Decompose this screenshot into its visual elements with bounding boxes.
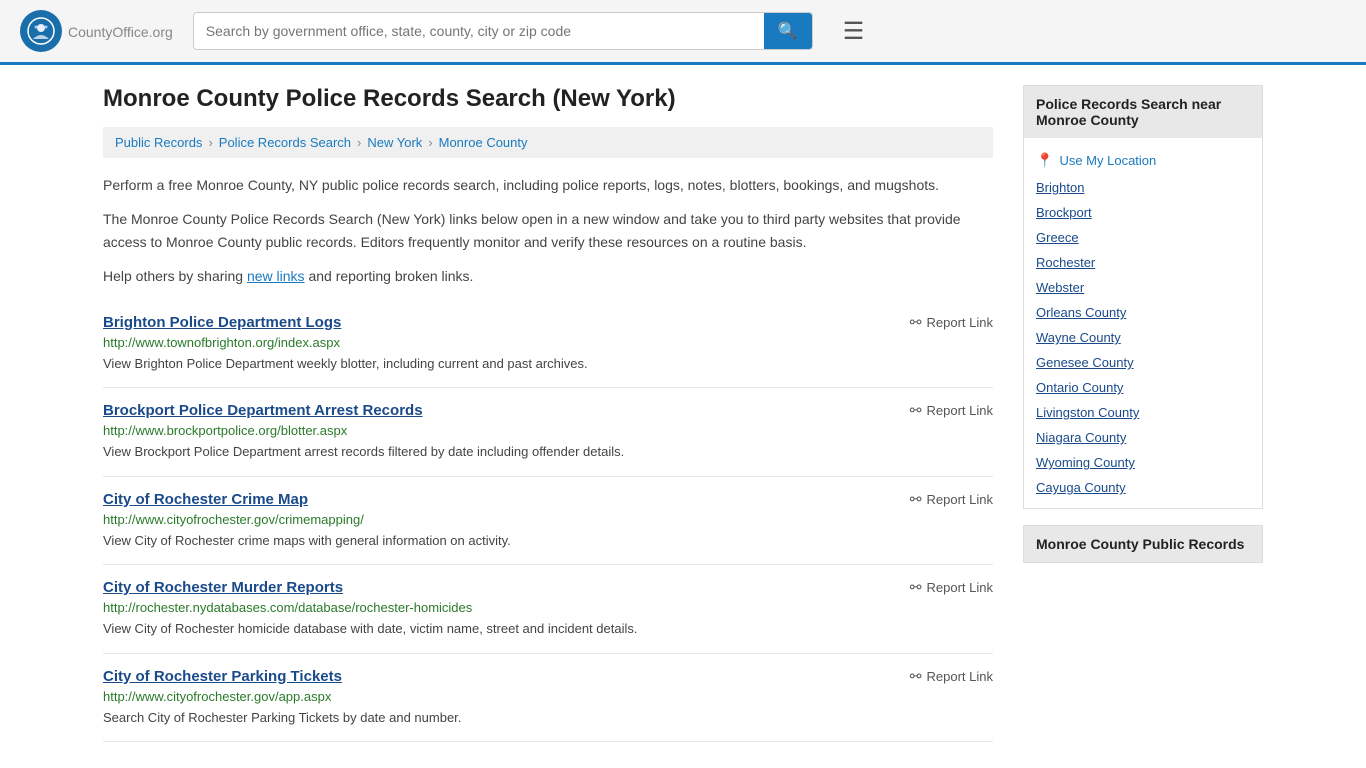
breadcrumb-police-records-search[interactable]: Police Records Search bbox=[219, 135, 351, 150]
sidebar-nearby-content: 📍 Use My Location BrightonBrockportGreec… bbox=[1024, 138, 1262, 508]
result-title[interactable]: City of Rochester Crime Map bbox=[103, 491, 308, 508]
breadcrumb-monroe-county[interactable]: Monroe County bbox=[439, 135, 528, 150]
description-1: Perform a free Monroe County, NY public … bbox=[103, 174, 993, 196]
result-title[interactable]: City of Rochester Parking Tickets bbox=[103, 668, 342, 685]
result-item: Brockport Police Department Arrest Recor… bbox=[103, 388, 993, 477]
description-3: Help others by sharing new links and rep… bbox=[103, 265, 993, 287]
result-url[interactable]: http://www.townofbrighton.org/index.aspx bbox=[103, 335, 993, 350]
report-link-btn[interactable]: ⚯ Report Link bbox=[910, 491, 993, 508]
pin-icon: 📍 bbox=[1036, 152, 1053, 169]
report-link-btn[interactable]: ⚯ Report Link bbox=[910, 668, 993, 685]
report-link-label: Report Link bbox=[927, 492, 993, 507]
sidebar-nearby-link[interactable]: Brockport bbox=[1036, 200, 1250, 225]
result-url[interactable]: http://www.brockportpolice.org/blotter.a… bbox=[103, 423, 993, 438]
report-icon: ⚯ bbox=[910, 491, 922, 508]
sidebar-nearby-links: BrightonBrockportGreeceRochesterWebsterO… bbox=[1036, 175, 1250, 500]
search-button[interactable]: 🔍 bbox=[764, 13, 812, 49]
page-title: Monroe County Police Records Search (New… bbox=[103, 85, 993, 113]
sidebar-nearby-link[interactable]: Genesee County bbox=[1036, 350, 1250, 375]
description-3-pre: Help others by sharing bbox=[103, 268, 247, 284]
result-item: City of Rochester Parking Tickets ⚯ Repo… bbox=[103, 654, 993, 743]
sidebar-nearby-link[interactable]: Livingston County bbox=[1036, 400, 1250, 425]
description-3-post: and reporting broken links. bbox=[305, 268, 474, 284]
report-icon: ⚯ bbox=[910, 579, 922, 596]
sidebar-public-records-box: Monroe County Public Records bbox=[1023, 525, 1263, 563]
result-url[interactable]: http://rochester.nydatabases.com/databas… bbox=[103, 600, 993, 615]
breadcrumb-new-york[interactable]: New York bbox=[367, 135, 422, 150]
result-title[interactable]: Brighton Police Department Logs bbox=[103, 314, 341, 331]
result-title[interactable]: Brockport Police Department Arrest Recor… bbox=[103, 402, 423, 419]
sidebar-public-records-title: Monroe County Public Records bbox=[1024, 526, 1262, 562]
sidebar-nearby-link[interactable]: Wayne County bbox=[1036, 325, 1250, 350]
result-title[interactable]: City of Rochester Murder Reports bbox=[103, 579, 343, 596]
breadcrumb: Public Records › Police Records Search ›… bbox=[103, 127, 993, 158]
breadcrumb-public-records[interactable]: Public Records bbox=[115, 135, 202, 150]
main-container: Monroe County Police Records Search (New… bbox=[83, 65, 1283, 762]
sidebar-nearby-link[interactable]: Brighton bbox=[1036, 175, 1250, 200]
result-description: View City of Rochester crime maps with g… bbox=[103, 531, 993, 551]
report-link-btn[interactable]: ⚯ Report Link bbox=[910, 579, 993, 596]
report-link-label: Report Link bbox=[927, 403, 993, 418]
result-item: City of Rochester Crime Map ⚯ Report Lin… bbox=[103, 477, 993, 566]
sidebar-nearby-link[interactable]: Greece bbox=[1036, 225, 1250, 250]
site-logo[interactable]: CountyOffice.org bbox=[20, 10, 173, 52]
sidebar-nearby-title: Police Records Search near Monroe County bbox=[1024, 86, 1262, 138]
result-header: City of Rochester Parking Tickets ⚯ Repo… bbox=[103, 668, 993, 685]
breadcrumb-sep-2: › bbox=[357, 135, 361, 150]
logo-icon bbox=[20, 10, 62, 52]
sidebar-nearby-link[interactable]: Wyoming County bbox=[1036, 450, 1250, 475]
breadcrumb-sep-1: › bbox=[208, 135, 212, 150]
result-url[interactable]: http://www.cityofrochester.gov/app.aspx bbox=[103, 689, 993, 704]
report-link-btn[interactable]: ⚯ Report Link bbox=[910, 402, 993, 419]
description-2: The Monroe County Police Records Search … bbox=[103, 208, 993, 253]
results-list: Brighton Police Department Logs ⚯ Report… bbox=[103, 300, 993, 743]
content-area: Monroe County Police Records Search (New… bbox=[103, 85, 993, 742]
logo-suffix: .org bbox=[149, 24, 173, 40]
report-icon: ⚯ bbox=[910, 314, 922, 331]
result-url[interactable]: http://www.cityofrochester.gov/crimemapp… bbox=[103, 512, 993, 527]
sidebar-nearby-link[interactable]: Cayuga County bbox=[1036, 475, 1250, 500]
sidebar: Police Records Search near Monroe County… bbox=[1023, 85, 1263, 742]
logo-text: CountyOffice.org bbox=[68, 21, 173, 42]
use-my-location-label: Use My Location bbox=[1059, 153, 1156, 168]
result-header: City of Rochester Murder Reports ⚯ Repor… bbox=[103, 579, 993, 596]
report-icon: ⚯ bbox=[910, 668, 922, 685]
result-header: Brighton Police Department Logs ⚯ Report… bbox=[103, 314, 993, 331]
result-item: City of Rochester Murder Reports ⚯ Repor… bbox=[103, 565, 993, 654]
sidebar-nearby-link[interactable]: Webster bbox=[1036, 275, 1250, 300]
report-link-label: Report Link bbox=[927, 669, 993, 684]
result-header: City of Rochester Crime Map ⚯ Report Lin… bbox=[103, 491, 993, 508]
report-icon: ⚯ bbox=[910, 402, 922, 419]
sidebar-nearby-link[interactable]: Ontario County bbox=[1036, 375, 1250, 400]
logo-name: CountyOffice bbox=[68, 24, 149, 40]
menu-icon[interactable]: ☰ bbox=[843, 17, 865, 46]
report-link-label: Report Link bbox=[927, 315, 993, 330]
result-description: View City of Rochester homicide database… bbox=[103, 619, 993, 639]
site-header: CountyOffice.org 🔍 ☰ bbox=[0, 0, 1366, 65]
sidebar-nearby-link[interactable]: Rochester bbox=[1036, 250, 1250, 275]
result-description: Search City of Rochester Parking Tickets… bbox=[103, 708, 993, 728]
result-header: Brockport Police Department Arrest Recor… bbox=[103, 402, 993, 419]
logo-svg bbox=[27, 17, 55, 45]
result-description: View Brighton Police Department weekly b… bbox=[103, 354, 993, 374]
search-bar: 🔍 bbox=[193, 12, 813, 50]
report-link-label: Report Link bbox=[927, 580, 993, 595]
sidebar-nearby-box: Police Records Search near Monroe County… bbox=[1023, 85, 1263, 509]
result-item: Brighton Police Department Logs ⚯ Report… bbox=[103, 300, 993, 389]
sidebar-nearby-link[interactable]: Orleans County bbox=[1036, 300, 1250, 325]
breadcrumb-sep-3: › bbox=[428, 135, 432, 150]
use-my-location-btn[interactable]: 📍 Use My Location bbox=[1036, 146, 1250, 175]
result-description: View Brockport Police Department arrest … bbox=[103, 442, 993, 462]
search-input[interactable] bbox=[194, 15, 764, 47]
new-links-link[interactable]: new links bbox=[247, 268, 305, 284]
sidebar-nearby-link[interactable]: Niagara County bbox=[1036, 425, 1250, 450]
report-link-btn[interactable]: ⚯ Report Link bbox=[910, 314, 993, 331]
